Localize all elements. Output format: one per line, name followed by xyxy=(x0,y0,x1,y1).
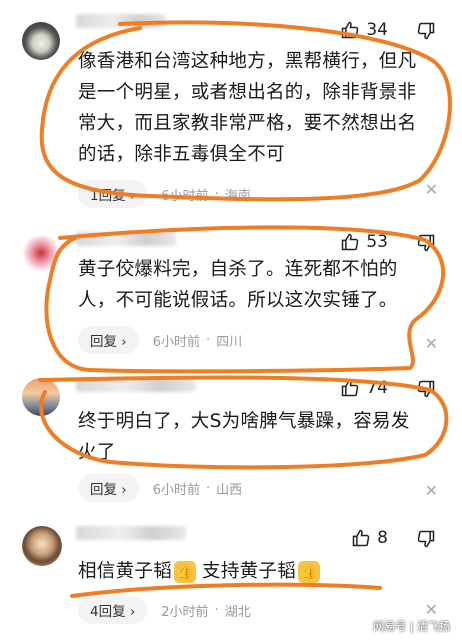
thumbs-up-emoji-icon: 👍 xyxy=(298,560,321,583)
reply-button[interactable]: 回复 › xyxy=(78,474,139,502)
location: 四川 xyxy=(216,334,243,350)
username-blurred[interactable] xyxy=(76,378,196,392)
close-icon[interactable]: ✕ xyxy=(425,334,438,353)
thumbs-up-icon xyxy=(352,529,370,547)
reply-button[interactable]: 回复 › xyxy=(78,326,139,354)
location: 湖北 xyxy=(224,604,251,620)
watermark: 网易号 | 清飞扬 xyxy=(373,620,450,633)
reply-button[interactable]: 4回复 › xyxy=(78,596,148,624)
comment-meta: 1回复 › 6小时前 · 海南 xyxy=(78,180,251,208)
like-count: 53 xyxy=(366,232,388,252)
close-icon[interactable]: ✕ xyxy=(425,600,438,619)
username-blurred[interactable] xyxy=(76,232,176,246)
timestamp: 6小时前 xyxy=(161,188,209,204)
avatar[interactable] xyxy=(22,234,60,272)
timestamp: 6小时前 xyxy=(152,482,200,498)
location: 山西 xyxy=(216,482,243,498)
comment-text: 像香港和台湾这种地方，黑帮横行，但凡是一个明星，或者想出名的，除非背景非常大，而… xyxy=(78,51,417,165)
separator: · xyxy=(214,602,219,618)
like-button[interactable]: 8 xyxy=(351,528,388,548)
avatar[interactable] xyxy=(22,378,60,416)
comment-meta: 回复 › 6小时前 · 四川 xyxy=(78,326,242,354)
thumbs-down-icon[interactable] xyxy=(416,529,436,549)
thumbs-up-icon xyxy=(342,233,359,251)
timestamp: 6小时前 xyxy=(152,334,200,350)
thumbs-down-icon[interactable] xyxy=(416,21,436,41)
like-count: 8 xyxy=(377,528,388,548)
comment-meta: 回复 › 6小时前 · 山西 xyxy=(78,474,242,502)
like-button[interactable]: 34 xyxy=(340,20,388,40)
like-button[interactable]: 74 xyxy=(340,378,388,398)
avatar[interactable] xyxy=(22,22,60,60)
location: 海南 xyxy=(224,188,251,204)
username-blurred[interactable] xyxy=(76,526,186,540)
close-icon[interactable]: ✕ xyxy=(425,481,438,500)
thumbs-up-icon xyxy=(342,21,359,39)
separator: · xyxy=(205,332,211,348)
username-blurred[interactable] xyxy=(76,14,166,28)
close-icon[interactable]: ✕ xyxy=(425,180,438,199)
comment-meta: 4回复 › 2小时前 · 湖北 xyxy=(78,596,251,624)
like-count: 74 xyxy=(366,378,388,398)
separator: · xyxy=(214,186,219,202)
comment-text: 黄子佼爆料完，自杀了。连死都不怕的人，不可能说假话。所以这次实锤了。 xyxy=(78,259,398,311)
thumbs-down-icon[interactable] xyxy=(416,233,436,253)
comment-text: 终于明白了，大S为啥脾气暴躁，容易发火了 xyxy=(78,411,410,463)
comment-text: 相信黄子韬 👍 支持黄子韬 👍 xyxy=(78,556,424,587)
separator: · xyxy=(205,480,211,496)
comment-text-part1: 相信黄子韬 xyxy=(78,561,173,582)
timestamp: 2小时前 xyxy=(161,604,209,620)
avatar[interactable] xyxy=(22,526,62,566)
thumbs-up-emoji-icon: 👍 xyxy=(174,560,197,583)
like-count: 34 xyxy=(366,20,388,40)
thumbs-up-icon xyxy=(342,379,359,397)
thumbs-down-icon[interactable] xyxy=(416,379,436,399)
reply-button[interactable]: 1回复 › xyxy=(78,180,148,208)
like-button[interactable]: 53 xyxy=(340,232,388,252)
comment-text-part2: 支持黄子韬 xyxy=(202,561,297,582)
